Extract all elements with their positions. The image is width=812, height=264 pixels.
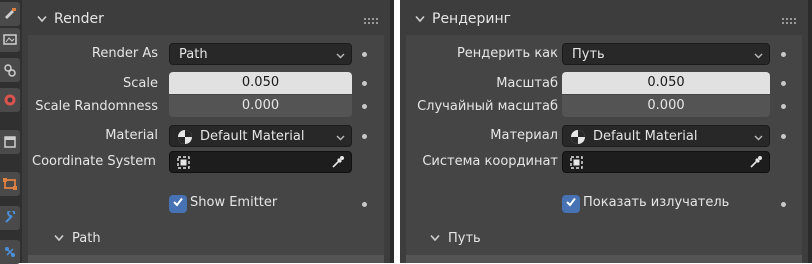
scale-randomness-field[interactable]: 0.000 (169, 95, 352, 117)
chevron-down-icon (754, 131, 763, 146)
coordinate-system-label: Система координат (422, 154, 558, 169)
show-emitter-checkbox[interactable] (169, 195, 187, 213)
coordinate-system-field[interactable] (169, 151, 352, 173)
subpanel-title: Путь (448, 231, 481, 246)
chevron-down-icon (336, 49, 345, 64)
physics-tab-icon[interactable] (0, 88, 20, 112)
checkmark-icon (172, 196, 184, 212)
chevron-down-icon (430, 231, 440, 246)
object-icon (176, 155, 191, 174)
material-label: Материал (490, 128, 558, 143)
keyframe-dot[interactable] (362, 134, 367, 139)
render-as-label: Render As (91, 46, 158, 61)
scrollbar[interactable] (808, 0, 812, 263)
keyframe-dot[interactable] (781, 104, 786, 109)
material-sphere-icon (177, 129, 193, 149)
material-dropdown[interactable]: Default Material (169, 125, 352, 147)
keyframe-dot[interactable] (362, 81, 367, 86)
grip-icon[interactable] (782, 15, 796, 30)
properties-content: Рендеринг Рендерить как Путь Масштаб 0.0… (400, 0, 808, 263)
render-as-label: Рендерить как (456, 46, 558, 61)
scale-field[interactable]: 0.050 (562, 72, 770, 94)
chevron-down-icon (410, 9, 430, 29)
properties-panel-english: Render Render As Path Scale 0.050 Scale … (0, 0, 394, 264)
path-subpanel-header[interactable]: Путь (430, 231, 481, 246)
render-as-dropdown[interactable]: Путь (562, 43, 770, 65)
constraints-tab-icon[interactable] (0, 130, 20, 154)
chevron-down-icon (54, 231, 64, 246)
path-subpanel-header[interactable]: Path (54, 231, 101, 246)
keyframe-dot[interactable] (781, 134, 786, 139)
keyframe-dot[interactable] (362, 202, 367, 207)
tool-tab-icon[interactable] (0, 2, 20, 26)
chevron-down-icon (32, 9, 52, 29)
scale-randomness-label: Scale Randomness (35, 99, 158, 114)
panel-title: Render (54, 11, 104, 27)
subpanel-content-edge (406, 255, 802, 263)
coordinate-system-label: Coordinate System (32, 154, 156, 169)
scrollbar[interactable] (390, 0, 394, 263)
show-emitter-label[interactable]: Show Emitter (190, 195, 277, 210)
scale-field[interactable]: 0.050 (169, 72, 352, 94)
keyframe-dot[interactable] (362, 52, 367, 57)
coordinate-system-field[interactable] (562, 151, 770, 173)
keyframe-dot[interactable] (362, 104, 367, 109)
keyframe-dot[interactable] (781, 81, 786, 86)
render-panel-header[interactable]: Render (28, 6, 384, 32)
render-panel-body: Рендерить как Путь Масштаб 0.050 Случайн… (406, 35, 802, 263)
show-emitter-label[interactable]: Показать излучатель (583, 195, 729, 210)
material-value: Default Material (200, 128, 305, 144)
chevron-down-icon (754, 49, 763, 64)
render-tab-icon[interactable] (0, 28, 20, 52)
scale-label: Scale (123, 76, 158, 91)
render-as-value: Path (179, 46, 208, 62)
eyedropper-icon[interactable] (749, 155, 763, 173)
checkmark-icon (565, 196, 577, 212)
render-panel-header[interactable]: Рендеринг (406, 6, 802, 32)
chevron-down-icon (336, 131, 345, 146)
keyframe-dot[interactable] (781, 202, 786, 207)
panel-title: Рендеринг (432, 11, 511, 27)
render-panel-body: Render As Path Scale 0.050 Scale Randomn… (28, 35, 384, 263)
particles-tab-icon[interactable] (0, 58, 20, 82)
grip-icon[interactable] (364, 15, 378, 30)
subpanel-title: Path (72, 231, 101, 246)
render-as-value: Путь (572, 46, 605, 62)
material-dropdown[interactable]: Default Material (562, 125, 770, 147)
shader-tab-icon[interactable] (0, 240, 20, 264)
material-label: Material (105, 128, 158, 143)
properties-tab-strip (0, 0, 22, 264)
properties-content: Render Render As Path Scale 0.050 Scale … (22, 0, 390, 263)
subpanel-content-edge (28, 255, 384, 263)
show-emitter-checkbox[interactable] (562, 195, 580, 213)
properties-panel-russian: Рендеринг Рендерить как Путь Масштаб 0.0… (400, 0, 812, 263)
material-value: Default Material (593, 128, 698, 144)
object-icon (569, 155, 584, 174)
scale-randomness-field[interactable]: 0.000 (562, 95, 770, 117)
scale-randomness-label: Случайный масштаб (417, 99, 558, 114)
render-as-dropdown[interactable]: Path (169, 43, 352, 65)
keyframe-dot[interactable] (781, 52, 786, 57)
scale-label: Масштаб (496, 76, 558, 91)
material-sphere-icon (570, 129, 586, 149)
modifier-tab-icon[interactable] (0, 206, 20, 230)
object-data-tab-icon[interactable] (0, 172, 20, 196)
eyedropper-icon[interactable] (331, 155, 345, 173)
